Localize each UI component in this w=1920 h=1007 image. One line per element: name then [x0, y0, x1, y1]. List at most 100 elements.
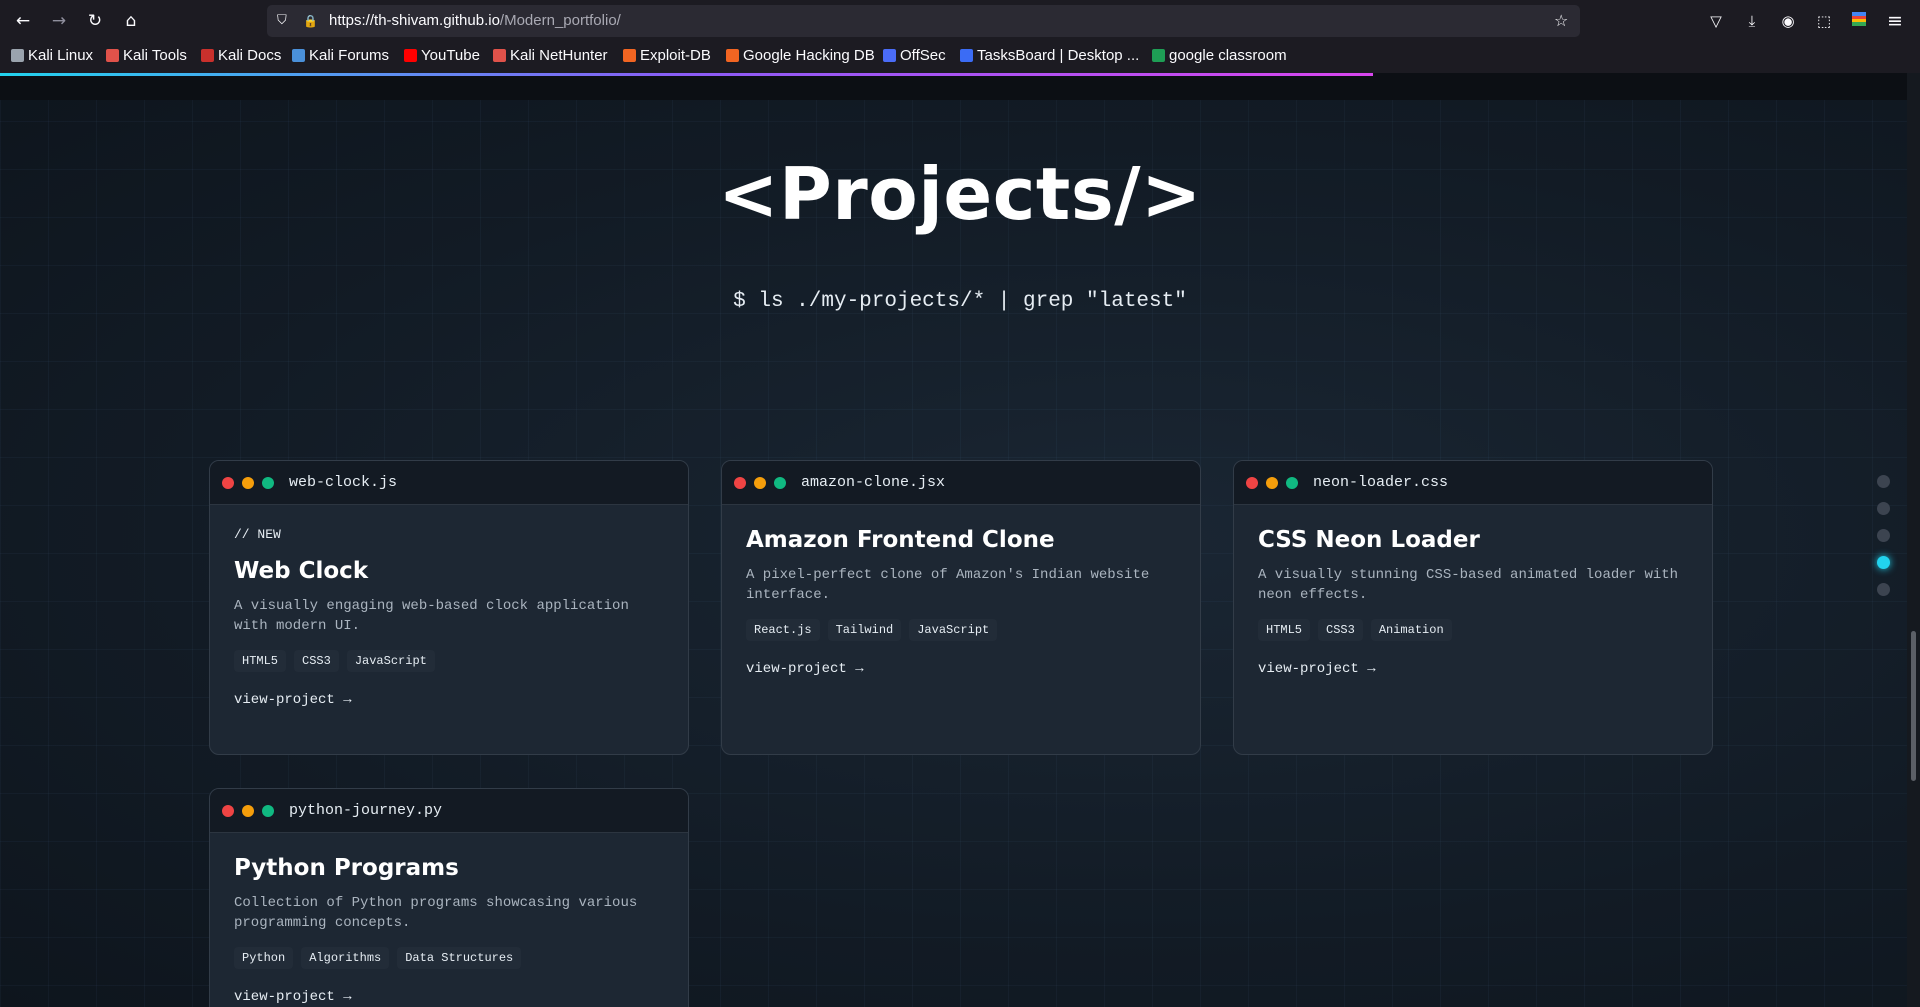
- card-title: Web Clock: [234, 558, 369, 584]
- bookmark-label: Google Hacking DB: [743, 47, 875, 64]
- exploit-db-icon: [623, 49, 636, 62]
- section-dot[interactable]: [1877, 529, 1890, 542]
- card-filename: amazon-clone.jsx: [801, 474, 946, 491]
- bookmark-youtube[interactable]: YouTube: [404, 42, 480, 70]
- card-description: Collection of Python programs showcasing…: [234, 895, 638, 931]
- home-icon: ⌂: [125, 11, 137, 31]
- card-window-header: neon-loader.css: [1234, 461, 1712, 505]
- section-dot-active[interactable]: [1877, 556, 1890, 569]
- project-card-amazon-clone[interactable]: amazon-clone.jsx Amazon Frontend Clone A…: [721, 460, 1201, 755]
- youtube-icon: [404, 49, 417, 62]
- back-button[interactable]: ←: [10, 8, 36, 34]
- home-button[interactable]: ⌂: [118, 8, 144, 34]
- bookmark-label: google classroom: [1169, 47, 1287, 64]
- kali-forums-icon: [292, 49, 305, 62]
- tech-tags: HTML5 CSS3 Animation: [1258, 619, 1688, 641]
- address-bar[interactable]: ⛉ 🔒 https://th-shivam.github.io/Modern_p…: [267, 5, 1580, 37]
- red-dot-icon: [734, 477, 746, 489]
- card-window-header: web-clock.js: [210, 461, 688, 505]
- card-description: A visually engaging web-based clock appl…: [234, 598, 629, 634]
- tech-tag: React.js: [746, 619, 820, 641]
- tech-tag: Algorithms: [301, 947, 390, 969]
- project-card-python-programs[interactable]: python-journey.py Python Programs Collec…: [209, 788, 689, 1007]
- card-filename: web-clock.js: [289, 474, 398, 491]
- section-dot[interactable]: [1877, 502, 1890, 515]
- download-icon[interactable]: ⤓: [1739, 8, 1765, 34]
- offsec-icon: [883, 49, 896, 62]
- card-filename: python-journey.py: [289, 802, 443, 819]
- bookmark-star-icon[interactable]: ☆: [1554, 5, 1568, 37]
- bookmark-offsec[interactable]: OffSec: [883, 42, 946, 70]
- menu-icon[interactable]: ≡: [1882, 8, 1908, 34]
- tech-tag: Python: [234, 947, 294, 969]
- tech-tag: JavaScript: [909, 619, 998, 641]
- colorful-extension-icon[interactable]: [1846, 8, 1872, 34]
- view-project-link[interactable]: view-project →: [234, 692, 664, 708]
- reload-icon: ↻: [87, 11, 103, 31]
- bookmark-kali-linux[interactable]: Kali Linux: [11, 42, 93, 70]
- tracking-shield-icon[interactable]: ⛉: [277, 5, 287, 37]
- card-description: A visually stunning CSS-based animated l…: [1258, 567, 1679, 603]
- tech-tag: JavaScript: [346, 650, 435, 672]
- kali-docs-icon: [201, 49, 214, 62]
- yellow-dot-icon: [754, 477, 766, 489]
- extension-badge-icon: [1852, 12, 1866, 26]
- section-nav-dots: [1877, 475, 1893, 610]
- card-title: Amazon Frontend Clone: [746, 527, 1055, 553]
- reload-button[interactable]: ↻: [82, 8, 108, 34]
- card-title: Python Programs: [234, 855, 459, 881]
- card-filename: neon-loader.css: [1313, 474, 1449, 491]
- card-window-header: python-journey.py: [210, 789, 688, 833]
- bookmark-label: Kali Tools: [123, 47, 187, 64]
- google-hacking-db-icon: [726, 49, 739, 62]
- forward-button[interactable]: →: [46, 8, 72, 34]
- url-host: https://th-shivam.github.io: [329, 12, 500, 29]
- lock-icon[interactable]: 🔒: [303, 5, 318, 37]
- green-dot-icon: [774, 477, 786, 489]
- url-text[interactable]: https://th-shivam.github.io/Modern_portf…: [329, 5, 621, 37]
- tech-tag: HTML5: [1258, 619, 1311, 641]
- tech-tag: CSS3: [294, 650, 339, 672]
- tech-tags: HTML5 CSS3 JavaScript: [234, 650, 664, 672]
- view-project-link[interactable]: view-project →: [234, 989, 664, 1005]
- card-window-header: amazon-clone.jsx: [722, 461, 1200, 505]
- scroll-progress-bar: [0, 73, 1373, 76]
- yellow-dot-icon: [242, 805, 254, 817]
- bookmark-google-classroom[interactable]: google classroom: [1152, 42, 1287, 70]
- pocket-icon[interactable]: ▽: [1703, 8, 1729, 34]
- tech-tags: Python Algorithms Data Structures: [234, 947, 664, 969]
- url-path: /Modern_portfolio/: [499, 12, 621, 29]
- bookmark-label: Kali Docs: [218, 47, 282, 64]
- bookmark-label: OffSec: [900, 47, 946, 64]
- scrollbar-thumb[interactable]: [1911, 631, 1916, 781]
- view-project-link[interactable]: view-project →: [1258, 661, 1688, 677]
- tasksboard-icon: [960, 49, 973, 62]
- red-dot-icon: [222, 477, 234, 489]
- bookmark-kali-tools[interactable]: Kali Tools: [106, 42, 187, 70]
- section-dot[interactable]: [1877, 583, 1890, 596]
- tech-tag: CSS3: [1318, 619, 1363, 641]
- site-navbar: [0, 73, 1907, 100]
- yellow-dot-icon: [1266, 477, 1278, 489]
- project-card-neon-loader[interactable]: neon-loader.css CSS Neon Loader A visual…: [1233, 460, 1713, 755]
- extensions-icon[interactable]: ⬚: [1811, 8, 1837, 34]
- tech-tags: React.js Tailwind JavaScript: [746, 619, 1176, 641]
- kali-tools-icon: [106, 49, 119, 62]
- bookmark-kali-nethunter[interactable]: Kali NetHunter: [493, 42, 608, 70]
- new-badge: // NEW: [234, 527, 281, 542]
- project-card-web-clock[interactable]: web-clock.js // NEW Web Clock A visually…: [209, 460, 689, 755]
- section-heading: <Projects/>: [718, 152, 1202, 236]
- bookmark-google-hacking-db[interactable]: Google Hacking DB: [726, 42, 875, 70]
- bookmark-label: Kali Linux: [28, 47, 94, 64]
- bookmark-label: TasksBoard | Desktop ...: [977, 47, 1140, 64]
- tech-tag: HTML5: [234, 650, 287, 672]
- bookmark-tasksboard[interactable]: TasksBoard | Desktop ...: [960, 42, 1139, 70]
- section-dot[interactable]: [1877, 475, 1890, 488]
- account-icon[interactable]: ◉: [1775, 8, 1801, 34]
- card-title: CSS Neon Loader: [1258, 527, 1480, 553]
- view-project-link[interactable]: view-project →: [746, 661, 1176, 677]
- bookmark-kali-forums[interactable]: Kali Forums: [292, 42, 389, 70]
- bookmark-kali-docs[interactable]: Kali Docs: [201, 42, 281, 70]
- yellow-dot-icon: [242, 477, 254, 489]
- bookmark-exploit-db[interactable]: Exploit-DB: [623, 42, 711, 70]
